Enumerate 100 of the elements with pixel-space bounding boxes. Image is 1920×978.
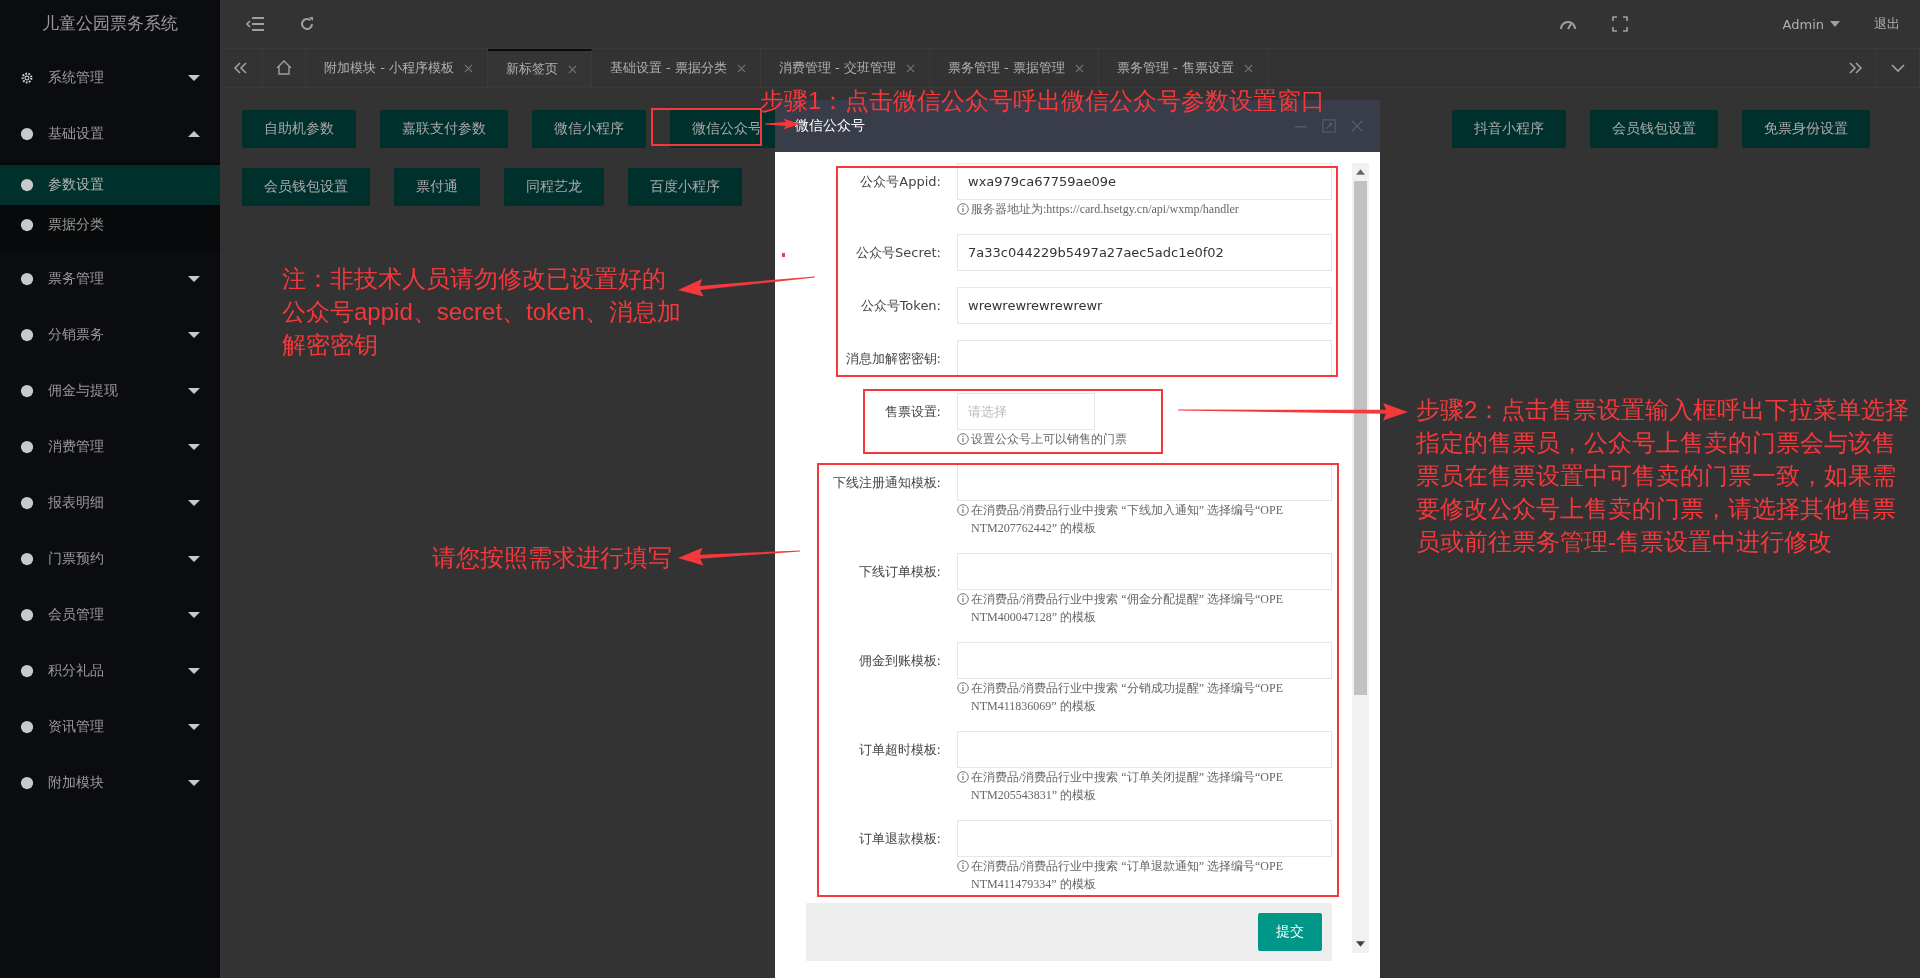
sidebar-item[interactable]: 系统管理 — [0, 50, 220, 106]
hint-text: 在消费品/消费品行业中搜索 “订单关闭提醒” 选择编号“OPENTM205543831” 的模板 — [971, 769, 1284, 804]
sidebar-item[interactable]: 消费管理 — [0, 419, 220, 475]
maximize-icon[interactable] — [1322, 119, 1336, 133]
input-field[interactable]: wxa979ca67759ae09e — [957, 163, 1332, 200]
tab[interactable]: 票务管理 - 售票设置 — [1098, 49, 1268, 87]
tab[interactable]: 附加模块 - 小程序模板 — [306, 49, 488, 87]
gear-icon — [20, 71, 34, 85]
settings-button[interactable]: 同程艺龙 — [504, 168, 604, 206]
hint-text: 在消费品/消费品行业中搜索 “下线加入通知” 选择编号“OPENTM207762442” 的模板 — [971, 502, 1284, 537]
circle-icon — [20, 720, 34, 734]
annotation-text: 注：非技术人员请勿修改已设置好的公众号appid、secret、token、消息加解密密钥 — [282, 264, 682, 360]
logout-link[interactable]: 退出 — [1874, 15, 1900, 33]
field-label: 售票设置: — [883, 403, 941, 421]
field-label: 公众号Appid: — [859, 173, 941, 191]
circle-icon — [20, 328, 34, 342]
info-icon — [957, 860, 969, 872]
menu-toggle-icon[interactable] — [246, 16, 264, 32]
circle-icon — [20, 776, 34, 790]
close-icon[interactable] — [463, 63, 473, 73]
hint-text: 在消费品/消费品行业中搜索 “分销成功提醒” 选择编号“OPENTM411836069” 的模板 — [971, 680, 1284, 715]
field-label: 消息加解密密钥: — [844, 350, 941, 368]
app-title: 儿童公园票务系统 — [41, 12, 179, 35]
tab[interactable]: 消费管理 - 交班管理 — [760, 49, 930, 87]
info-icon — [957, 504, 969, 516]
settings-button[interactable]: 票付通 — [394, 168, 480, 206]
stray-mark — [782, 253, 785, 257]
fullscreen-icon[interactable] — [1610, 16, 1629, 32]
sidebar-item[interactable]: 门票预约 — [0, 531, 220, 587]
info-icon — [957, 771, 969, 783]
field-label: 订单超时模板: — [857, 741, 941, 759]
input-field[interactable]: wrewrewrewrewrewr — [957, 287, 1332, 324]
close-icon[interactable] — [1350, 119, 1364, 133]
sidebar-item[interactable]: 分销票务 — [0, 307, 220, 363]
input-field[interactable] — [957, 820, 1332, 857]
circle-icon — [20, 218, 34, 232]
dialog-title: 微信公众号 — [795, 117, 866, 135]
input-field[interactable] — [957, 731, 1332, 768]
sidebar-item[interactable]: 会员管理 — [0, 587, 220, 643]
sidebar-subitem[interactable]: 参数设置 — [0, 165, 220, 205]
info-icon — [957, 593, 969, 605]
scrollbar[interactable] — [1352, 163, 1369, 953]
hint-text: 服务器地址为:https://card.hsetgy.cn/api/wxmp/handler — [971, 201, 1239, 218]
tab[interactable]: 新标签页 — [487, 49, 592, 87]
close-icon[interactable] — [567, 64, 577, 74]
caret-down-icon — [1830, 21, 1840, 27]
sidebar-item[interactable]: 基础设置 — [0, 106, 220, 162]
settings-button[interactable]: 微信小程序 — [532, 110, 646, 148]
scrollbar-thumb[interactable] — [1354, 181, 1367, 695]
info-icon — [957, 433, 969, 445]
scroll-up-icon[interactable] — [1356, 169, 1365, 175]
field-label: 下线注册通知模板: — [831, 474, 941, 492]
annotation-text: 步骤2：点击售票设置输入框呼出下拉菜单选择指定的售票员，公众号上售卖的门票会与该售票员在售票设置中可售卖的门票一致，如果需要修改公众号上售卖的门票，请选择其他售票员或前往票务管理-售票设置中进行修改 — [1416, 395, 1911, 557]
circle-icon — [20, 552, 34, 566]
circle-icon — [20, 440, 34, 454]
sidebar-item[interactable]: 积分礼品 — [0, 643, 220, 699]
info-icon — [957, 203, 969, 215]
annotation-text: 请您按照需求进行填写 — [432, 543, 672, 573]
settings-button[interactable]: 嘉联支付参数 — [380, 110, 508, 148]
settings-button[interactable]: 会员钱包设置 — [242, 168, 370, 206]
close-icon[interactable] — [905, 63, 915, 73]
circle-icon — [20, 496, 34, 510]
circle-icon — [20, 178, 34, 192]
close-icon[interactable] — [1243, 63, 1253, 73]
input-field[interactable]: 7a33c044229b5497a27aec5adc1e0f02 — [957, 234, 1332, 271]
close-icon[interactable] — [1074, 63, 1084, 73]
input-field[interactable] — [957, 642, 1332, 679]
input-field[interactable] — [957, 340, 1332, 377]
circle-icon — [20, 664, 34, 678]
sidebar-item[interactable]: 佣金与提现 — [0, 363, 220, 419]
settings-button[interactable]: 自助机参数 — [242, 110, 356, 148]
sidebar-item[interactable]: 票务管理 — [0, 251, 220, 307]
input-field[interactable] — [957, 464, 1332, 501]
info-icon — [957, 682, 969, 694]
circle-icon — [20, 608, 34, 622]
input-field[interactable] — [957, 553, 1332, 590]
settings-button[interactable]: 抖音小程序 — [1452, 110, 1566, 148]
field-label: 公众号Token: — [859, 297, 941, 315]
settings-button[interactable]: 百度小程序 — [628, 168, 742, 206]
tab[interactable]: 票务管理 - 票据管理 — [929, 49, 1099, 87]
tab[interactable]: 基础设置 - 票据分类 — [591, 49, 761, 87]
sidebar-subitem[interactable]: 票据分类 — [0, 205, 220, 245]
field-label: 佣金到账模板: — [857, 652, 941, 670]
settings-button[interactable]: 免票身份设置 — [1742, 110, 1870, 148]
sidebar-item[interactable]: 报表明细 — [0, 475, 220, 531]
refresh-icon[interactable] — [298, 16, 316, 32]
submit-button[interactable]: 提交 — [1258, 913, 1322, 951]
close-icon[interactable] — [736, 63, 746, 73]
settings-button[interactable]: 会员钱包设置 — [1590, 110, 1718, 148]
sidebar-item[interactable]: 附加模块 — [0, 755, 220, 811]
field-label: 订单退款模板: — [857, 830, 941, 848]
circle-icon — [20, 127, 34, 141]
field-label: 公众号Secret: — [855, 244, 941, 262]
sidebar-item[interactable]: 资讯管理 — [0, 699, 220, 755]
user-menu[interactable]: Admin — [1782, 16, 1824, 32]
scroll-down-icon[interactable] — [1356, 941, 1365, 947]
field-label: 下线订单模板: — [857, 563, 941, 581]
hint-text: 设置公众号上可以销售的门票 — [971, 431, 1127, 448]
hint-text: 在消费品/消费品行业中搜索 “佣金分配提醒” 选择编号“OPENTM400047128” 的模板 — [971, 591, 1284, 626]
hint-text: 在消费品/消费品行业中搜索 “订单退款通知” 选择编号“OPENTM411479334” 的模板 — [971, 858, 1284, 893]
